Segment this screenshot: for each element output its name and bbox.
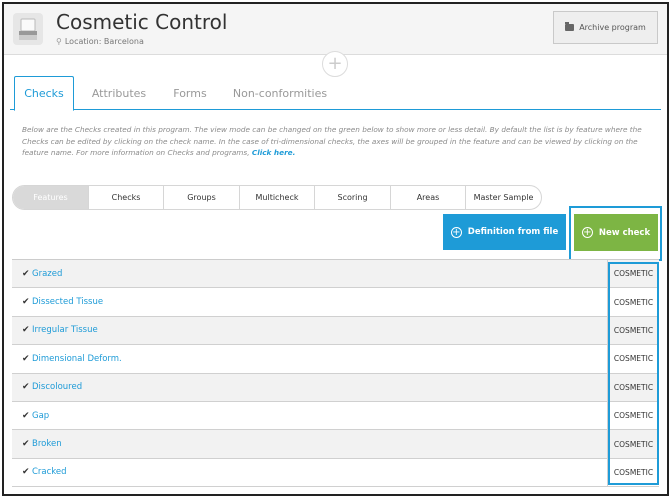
- tab-checks[interactable]: Checks: [14, 76, 74, 111]
- app-frame: Cosmetic Control ⚲ Location: Barcelona Ar…: [2, 2, 669, 496]
- location-label: ⚲ Location: Barcelona: [56, 37, 144, 46]
- program-logo-icon: [13, 13, 43, 45]
- list-item: ✔ Irregular Tissue COSMETIC: [12, 316, 659, 346]
- feature-tag: COSMETIC: [607, 345, 659, 373]
- view-mode-scoring[interactable]: Scoring: [315, 186, 391, 209]
- help-link[interactable]: Click here.: [252, 148, 296, 157]
- view-mode-features[interactable]: Features: [13, 186, 89, 209]
- feature-name[interactable]: Irregular Tissue: [32, 325, 98, 335]
- chevron-down-icon[interactable]: ✔: [12, 354, 32, 364]
- feature-tag: COSMETIC: [607, 430, 659, 458]
- list-item: ✔ Cracked COSMETIC: [12, 458, 659, 488]
- plus-circle-icon: +: [581, 227, 593, 238]
- feature-name[interactable]: Cracked: [32, 467, 67, 477]
- feature-name[interactable]: Broken: [32, 439, 62, 449]
- location-text: Location: Barcelona: [64, 37, 144, 46]
- view-mode-groups[interactable]: Groups: [164, 186, 240, 209]
- feature-tag: COSMETIC: [607, 401, 659, 430]
- archive-program-label: Archive program: [579, 23, 646, 32]
- list-item: ✔ Gap COSMETIC: [12, 401, 659, 431]
- description-body: Below are the Checks created in this pro…: [22, 125, 642, 157]
- new-check-label: New check: [598, 227, 651, 238]
- chevron-down-icon[interactable]: ✔: [12, 382, 32, 392]
- chevron-down-icon[interactable]: ✔: [12, 269, 32, 279]
- chevron-down-icon[interactable]: ✔: [12, 325, 32, 335]
- tab-attributes[interactable]: Attributes: [80, 76, 158, 110]
- list-item: ✔ Grazed COSMETIC: [12, 260, 659, 289]
- chevron-down-icon[interactable]: ✔: [12, 439, 32, 449]
- feature-tag: COSMETIC: [607, 373, 659, 401]
- tab-forms[interactable]: Forms: [160, 76, 220, 110]
- archive-program-button[interactable]: Archive program: [553, 11, 658, 44]
- view-mode-areas[interactable]: Areas: [391, 186, 466, 209]
- archive-icon: [565, 22, 575, 31]
- list-item: ✔ Discoloured COSMETIC: [12, 373, 659, 402]
- feature-name[interactable]: Gap: [32, 411, 49, 421]
- feature-tag: COSMETIC: [607, 288, 659, 316]
- new-check-button[interactable]: + New check: [574, 214, 658, 251]
- new-check-highlight: + New check: [569, 206, 662, 261]
- chevron-down-icon[interactable]: ✔: [12, 467, 32, 477]
- program-header: Cosmetic Control ⚲ Location: Barcelona Ar…: [4, 4, 667, 55]
- view-mode-multicheck[interactable]: Multicheck: [240, 186, 315, 209]
- definition-from-file-button[interactable]: + Definition from file: [443, 214, 566, 250]
- chevron-down-icon[interactable]: ✔: [12, 411, 32, 421]
- definition-from-file-label: Definition from file: [467, 227, 559, 237]
- list-item: ✔ Broken COSMETIC: [12, 430, 659, 459]
- description-text: Below are the Checks created in this pro…: [22, 124, 652, 159]
- feature-name[interactable]: Dimensional Deform.: [32, 354, 122, 364]
- location-pin-icon: ⚲: [56, 37, 62, 46]
- view-mode-checks[interactable]: Checks: [89, 186, 164, 209]
- feature-tag: COSMETIC: [607, 260, 659, 288]
- feature-tag: COSMETIC: [607, 458, 659, 487]
- feature-name[interactable]: Dissected Tissue: [32, 297, 103, 307]
- feature-tag: COSMETIC: [607, 316, 659, 345]
- view-mode-selector: Features Checks Groups Multicheck Scorin…: [12, 185, 542, 210]
- plus-circle-icon: +: [450, 226, 462, 238]
- tab-non-conformities[interactable]: Non-conformities: [224, 76, 336, 110]
- tab-bar: Checks Attributes Forms Non-conformities: [10, 76, 661, 111]
- feature-name[interactable]: Discoloured: [32, 382, 82, 392]
- list-item: ✔ Dissected Tissue COSMETIC: [12, 288, 659, 317]
- page-title: Cosmetic Control: [56, 10, 228, 34]
- add-icon[interactable]: +: [322, 51, 348, 77]
- view-mode-master-sample[interactable]: Master Sample: [466, 186, 541, 209]
- feature-list: ✔ Grazed COSMETIC ✔ Dissected Tissue COS…: [12, 259, 659, 488]
- chevron-down-icon[interactable]: ✔: [12, 297, 32, 307]
- feature-name[interactable]: Grazed: [32, 269, 62, 279]
- list-item: ✔ Dimensional Deform. COSMETIC: [12, 345, 659, 374]
